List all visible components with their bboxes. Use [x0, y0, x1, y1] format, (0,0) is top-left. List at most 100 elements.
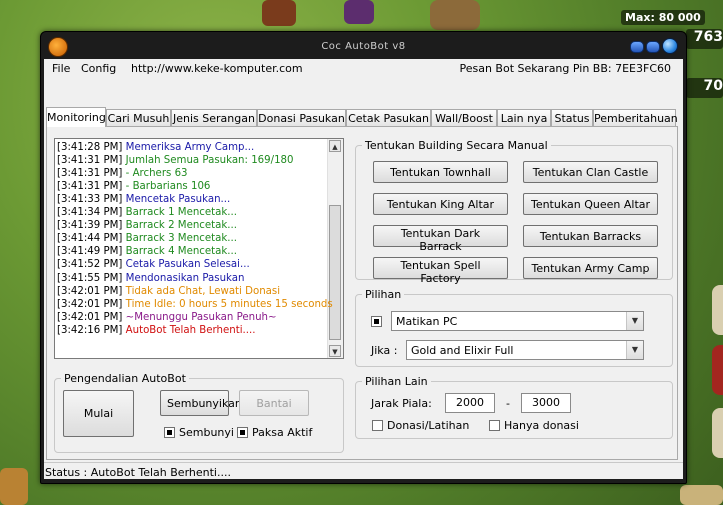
- scroll-down-arrow[interactable]: ▼: [329, 345, 341, 357]
- resource-value-top: 763: [686, 29, 723, 49]
- log-message: Memeriksa Army Camp...: [125, 142, 255, 153]
- log-line: [3:41:31 PM] - Archers 63: [57, 168, 188, 181]
- chevron-down-icon[interactable]: ▼: [626, 312, 643, 330]
- log-timestamp: [3:42:16 PM]: [57, 324, 123, 336]
- log-timestamp: [3:41:49 PM]: [57, 246, 123, 258]
- status-text: Status : AutoBot Telah Berhenti....: [45, 466, 231, 479]
- start-button[interactable]: Mulai: [63, 390, 134, 437]
- tab-wall-boost[interactable]: Wall/Boost: [431, 109, 497, 126]
- menu-config[interactable]: Config: [81, 62, 116, 75]
- log-message: Mendonasikan Pasukan: [125, 272, 245, 284]
- tab-status[interactable]: Status: [551, 109, 593, 126]
- jika-label: Jika :: [371, 344, 398, 357]
- log-line: [3:41:39 PM] Barrack 2 Mencetak...: [57, 220, 237, 233]
- monitoring-panel: ▲ ▼ [3:41:28 PM] Memeriksa Army Camp...[…: [46, 126, 678, 460]
- log-timestamp: [3:42:01 PM]: [57, 285, 123, 297]
- control-legend: Pengendalian AutoBot: [64, 372, 186, 385]
- hide-button[interactable]: Sembunyikan: [160, 390, 242, 416]
- log-line: [3:41:28 PM] Memeriksa Army Camp...: [57, 142, 254, 155]
- tab-lain-nya[interactable]: Lain nya: [497, 109, 551, 126]
- log-line: [3:42:16 PM] AutoBot Telah Berhenti....: [57, 325, 256, 338]
- resource-value-side: 70: [686, 78, 723, 98]
- tab-monitoring[interactable]: Monitoring: [46, 107, 106, 127]
- log-timestamp: [3:41:31 PM]: [57, 168, 123, 180]
- log-timestamp: [3:42:01 PM]: [57, 311, 123, 323]
- log-timestamp: [3:42:01 PM]: [57, 298, 123, 310]
- action-select[interactable]: Matikan PC ▼: [391, 311, 644, 331]
- log-line: [3:41:52 PM] Cetak Pasukan Selesai...: [57, 259, 250, 272]
- log-timestamp: [3:41:31 PM]: [57, 181, 123, 193]
- tab-cetak-pasukan[interactable]: Cetak Pasukan: [346, 109, 431, 126]
- log-message: ~Menunggu Pasukan Penuh~: [125, 311, 277, 323]
- menu-bar: File Config http://www.keke-komputer.com…: [44, 59, 683, 77]
- spell-factory-button[interactable]: Tentukan Spell Factory: [373, 257, 508, 285]
- condition-select[interactable]: Gold and Elixir Full ▼: [406, 340, 644, 360]
- log-timestamp: [3:41:52 PM]: [57, 259, 123, 271]
- donasi-latihan-label: Donasi/Latihan: [387, 419, 470, 432]
- log-scrollbar[interactable]: ▲ ▼: [327, 139, 343, 358]
- log-line: [3:41:31 PM] - Barbarians 106: [57, 181, 210, 194]
- game-building: [0, 468, 28, 505]
- tab-jenis-serangan[interactable]: Jenis Serangan: [171, 109, 257, 126]
- trophy-max-input[interactable]: 3000: [521, 393, 571, 413]
- maximize-button[interactable]: [646, 41, 660, 53]
- chevron-down-icon[interactable]: ▼: [626, 341, 643, 359]
- force-active-checkbox[interactable]: [237, 427, 248, 438]
- log-timestamp: [3:41:39 PM]: [57, 220, 123, 232]
- log-line: [3:41:33 PM] Mencetak Pasukan...: [57, 194, 230, 207]
- log-message: Mencetak Pasukan...: [125, 194, 231, 206]
- hide-checkbox-label: Sembunyi: [179, 426, 234, 439]
- log-line: [3:42:01 PM] Tidak ada Chat, Lewati Dona…: [57, 286, 280, 299]
- autobot-window: Coc AutoBot v8 File Config http://www.ke…: [40, 31, 687, 484]
- tab-cari-musuh[interactable]: Cari Musuh: [106, 109, 171, 126]
- title-bar[interactable]: Coc AutoBot v8: [41, 32, 686, 60]
- dark-barrack-button[interactable]: Tentukan Dark Barrack: [373, 225, 508, 253]
- hanya-donasi-checkbox[interactable]: [489, 420, 500, 431]
- queen-altar-button[interactable]: Tentukan Queen Altar: [523, 193, 658, 215]
- tab-donasi-pasukan[interactable]: Donasi Pasukan: [257, 109, 346, 126]
- tab-strip: Monitoring Cari Musuh Jenis Serangan Don…: [46, 107, 682, 127]
- hide-checkbox[interactable]: [164, 427, 175, 438]
- log-timestamp: [3:41:34 PM]: [57, 207, 123, 219]
- scroll-up-arrow[interactable]: ▲: [329, 140, 341, 152]
- log-message: Tidak ada Chat, Lewati Donasi: [125, 285, 281, 297]
- menu-website-link[interactable]: http://www.keke-komputer.com: [131, 62, 303, 75]
- donasi-latihan-checkbox[interactable]: [372, 420, 383, 431]
- log-line: [3:41:31 PM] Jumlah Semua Pasukan: 169/1…: [57, 155, 294, 168]
- options-checkbox[interactable]: [371, 316, 382, 327]
- minimize-button[interactable]: [630, 41, 644, 53]
- log-message: - Barbarians 106: [125, 181, 211, 193]
- condition-select-value: Gold and Elixir Full: [411, 344, 514, 357]
- townhall-button[interactable]: Tentukan Townhall: [373, 161, 508, 183]
- building-legend: Tentukan Building Secara Manual: [365, 139, 548, 152]
- king-altar-button[interactable]: Tentukan King Altar: [373, 193, 508, 215]
- other-options-legend: Pilihan Lain: [365, 375, 428, 388]
- action-select-value: Matikan PC: [396, 315, 458, 328]
- menu-file[interactable]: File: [52, 62, 70, 75]
- log-message: AutoBot Telah Berhenti....: [125, 324, 256, 336]
- game-building: [262, 0, 296, 26]
- log-message: - Archers 63: [125, 168, 188, 180]
- close-button[interactable]: [662, 38, 678, 54]
- attack-button[interactable]: Bantai: [239, 390, 309, 416]
- log-timestamp: [3:41:28 PM]: [57, 142, 123, 153]
- scroll-thumb[interactable]: [329, 205, 341, 340]
- force-active-label: Paksa Aktif: [252, 426, 313, 439]
- log-line: [3:42:01 PM] ~Menunggu Pasukan Penuh~: [57, 312, 277, 325]
- clan-castle-button[interactable]: Tentukan Clan Castle: [523, 161, 658, 183]
- trophy-min-input[interactable]: 2000: [445, 393, 495, 413]
- tab-pemberitahuan[interactable]: Pemberitahuan: [593, 109, 678, 126]
- log-message: Barrack 3 Mencetak...: [125, 233, 238, 245]
- log-message: Time Idle: 0 hours 5 minutes 15 seconds: [125, 298, 333, 310]
- game-button[interactable]: [712, 408, 723, 458]
- barracks-button[interactable]: Tentukan Barracks: [523, 225, 658, 247]
- game-button[interactable]: [712, 345, 723, 395]
- log-timestamp: [3:41:44 PM]: [57, 233, 123, 245]
- army-camp-button[interactable]: Tentukan Army Camp: [523, 257, 658, 279]
- log-box[interactable]: ▲ ▼ [3:41:28 PM] Memeriksa Army Camp...[…: [54, 138, 344, 359]
- log-line: [3:41:34 PM] Barrack 1 Mencetak...: [57, 207, 237, 220]
- log-message: Barrack 4 Mencetak...: [125, 246, 238, 258]
- status-bar: Status : AutoBot Telah Berhenti....: [44, 462, 683, 480]
- game-button[interactable]: [712, 285, 723, 335]
- log-line: [3:41:55 PM] Mendonasikan Pasukan: [57, 273, 244, 286]
